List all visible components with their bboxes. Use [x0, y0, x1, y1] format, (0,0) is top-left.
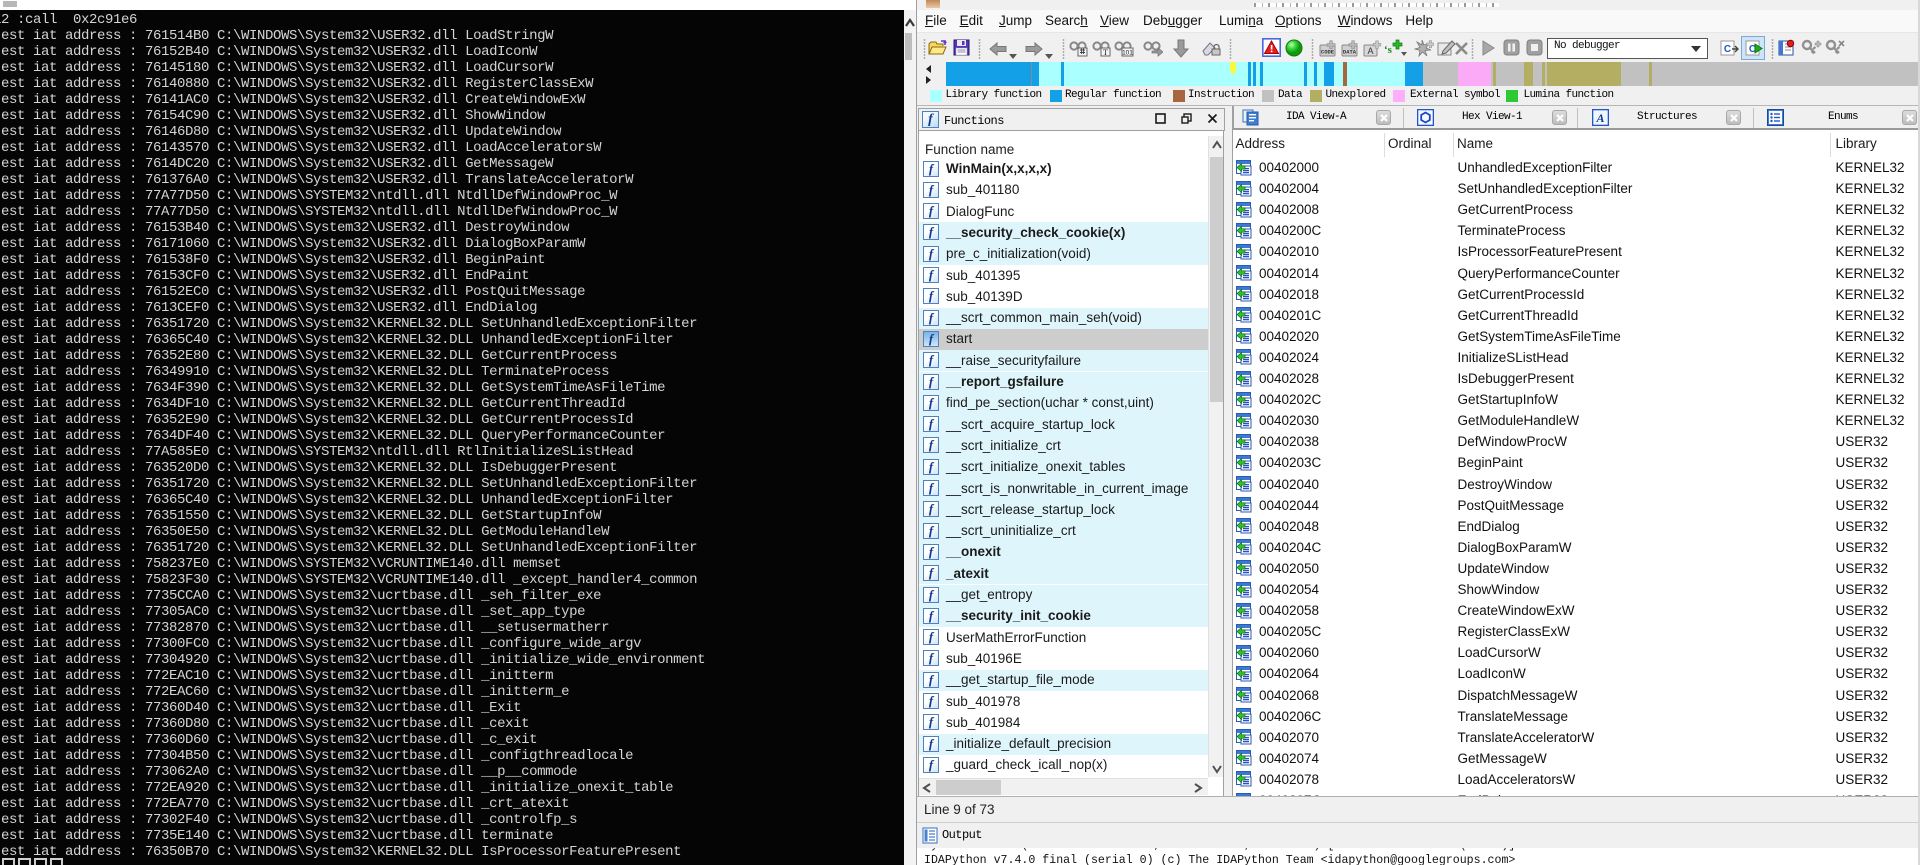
svg-text:DATA: DATA [1343, 49, 1357, 56]
svg-text:C: C [1724, 44, 1731, 55]
svg-text:CODE: CODE [1321, 49, 1335, 56]
svg-text:A: A [1595, 111, 1604, 125]
svg-text:T: T [1103, 48, 1108, 57]
svg-text:A: A [1367, 46, 1373, 56]
svg-text:101: 101 [1122, 50, 1133, 57]
svg-text:‘s: ‘s [1384, 44, 1393, 56]
